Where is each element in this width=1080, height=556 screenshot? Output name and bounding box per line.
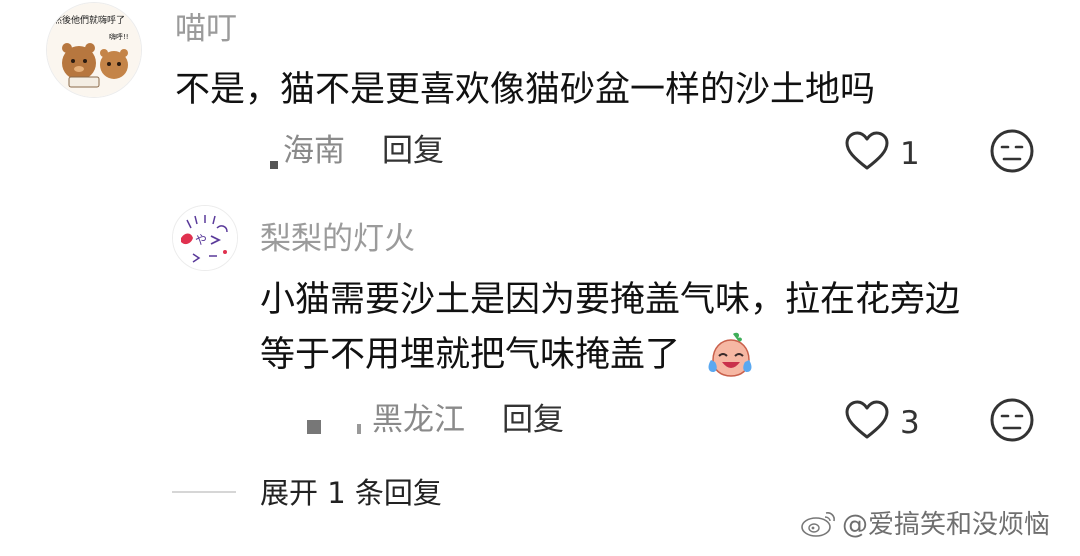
heart-outline-icon <box>844 399 890 445</box>
reply-text-line-2: 等于不用埋就把气味掩盖了 <box>260 335 681 375</box>
avatar[interactable]: 然後他們就嗨呼了 嗨呼!! <box>46 2 142 98</box>
neutral-face-icon <box>989 397 1035 447</box>
watermark: @爱搞笑和没烦恼 <box>800 508 1050 542</box>
location-marker <box>270 161 278 169</box>
weibo-logo-icon <box>800 508 838 542</box>
neutral-face-icon <box>989 128 1035 178</box>
like-count: 3 <box>900 405 920 441</box>
like-count: 1 <box>900 136 920 172</box>
svg-text:や: や <box>195 233 207 247</box>
reply-button[interactable]: 回复 <box>382 131 444 171</box>
location-marker-small <box>357 424 361 434</box>
reply-button[interactable]: 回复 <box>502 400 564 440</box>
dislike-button[interactable] <box>988 398 1036 446</box>
svg-text:嗨呼!!: 嗨呼!! <box>109 32 129 41</box>
reply-username[interactable]: 梨梨的灯火 <box>260 220 415 258</box>
reply-text-line-1: 小猫需要沙土是因为要掩盖气味，拉在花旁边 <box>260 280 961 320</box>
reply-location: 黑龙江 <box>372 402 465 438</box>
comment-location: 海南 <box>283 133 345 169</box>
avatar[interactable]: や <box>172 205 238 271</box>
comment-text: 不是，猫不是更喜欢像猫砂盆一样的沙土地吗 <box>175 70 876 110</box>
expand-replies-button[interactable]: 展开 1 条回复 <box>260 473 442 513</box>
heart-outline-icon <box>844 130 890 176</box>
expand-divider <box>172 491 236 493</box>
dislike-button[interactable] <box>988 129 1036 177</box>
like-button[interactable] <box>842 399 892 445</box>
comment-username[interactable]: 喵叮 <box>175 10 237 48</box>
crying-laughing-emoji-icon <box>705 330 755 380</box>
location-marker <box>307 420 321 434</box>
like-button[interactable] <box>842 130 892 176</box>
watermark-text: @爱搞笑和没烦恼 <box>842 510 1051 540</box>
svg-text:然後他們就嗨呼了: 然後他們就嗨呼了 <box>53 14 125 26</box>
